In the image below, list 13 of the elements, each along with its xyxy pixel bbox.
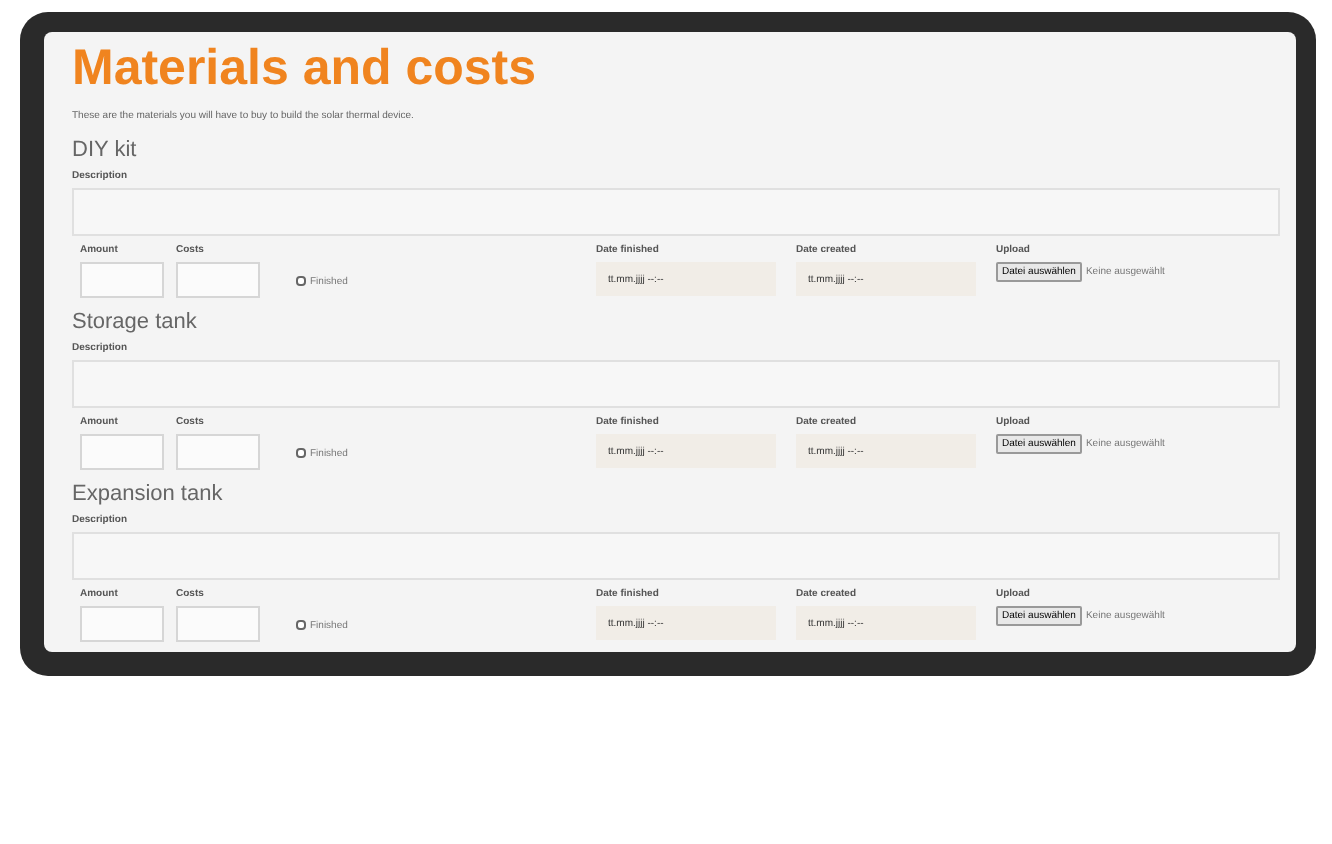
section-heading: DIY kit (72, 138, 139, 162)
page-title: Materials and costs (72, 38, 539, 98)
costs-field[interactable] (176, 606, 260, 642)
finished-checkbox[interactable] (296, 620, 306, 630)
section-heading: Expansion tank (72, 482, 225, 506)
costs-field[interactable] (176, 434, 260, 470)
amount-field[interactable] (80, 434, 164, 470)
costs-field[interactable] (176, 262, 260, 298)
section-heading: Storage tank (72, 310, 199, 334)
finished-checkbox[interactable] (296, 448, 306, 458)
finished-checkbox[interactable] (296, 276, 306, 286)
amount-field[interactable] (80, 606, 164, 642)
amount-field[interactable] (80, 262, 164, 298)
